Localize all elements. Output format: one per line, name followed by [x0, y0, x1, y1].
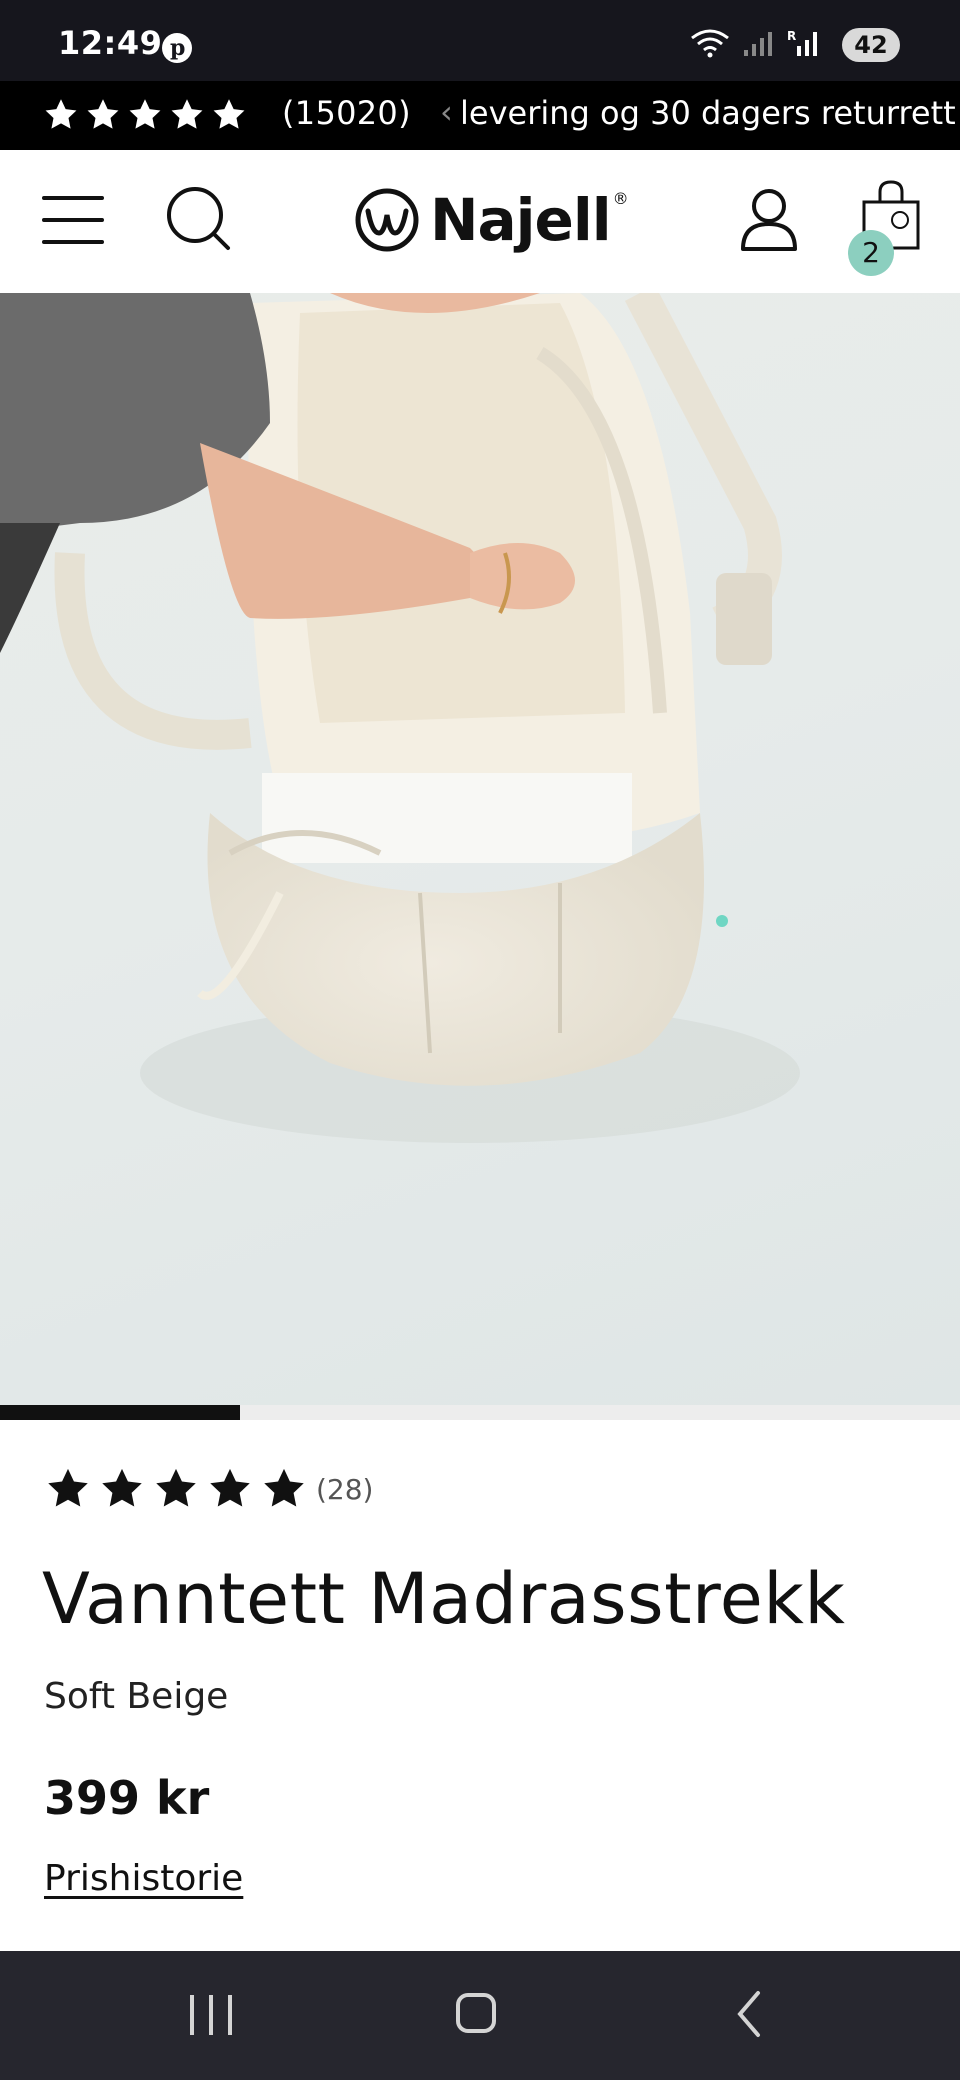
brand-logo[interactable]: Najell ®	[354, 180, 629, 260]
svg-text:R: R	[787, 29, 796, 43]
gallery-progress-indicator	[0, 1405, 240, 1420]
price-history-link[interactable]: Prishistorie	[44, 1858, 243, 1899]
promo-bar[interactable]: (15020) ‹ levering og 30 dagers returret…	[0, 81, 960, 150]
star-icon	[45, 99, 77, 129]
pinterest-icon: p	[162, 33, 192, 63]
brand-name: Najell	[430, 186, 612, 254]
gallery-progress-track	[0, 1405, 960, 1420]
rating-stars	[44, 1466, 308, 1512]
menu-icon[interactable]	[42, 192, 104, 248]
status-icons: R 42	[691, 28, 900, 62]
promo-message: levering og 30 dagers returrett	[460, 94, 956, 132]
promo-review-count: (15020)	[282, 94, 411, 132]
recent-apps-icon[interactable]	[190, 1995, 234, 2035]
star-icon	[264, 1468, 304, 1507]
product-title: Vanntett Madrasstrekk	[42, 1558, 846, 1640]
star-icon	[156, 1468, 196, 1507]
product-rating[interactable]: (28)	[44, 1464, 373, 1514]
wifi-icon	[691, 29, 729, 58]
cart-count-badge[interactable]: 2	[848, 230, 894, 276]
home-icon[interactable]	[456, 1993, 496, 2033]
back-icon[interactable]	[734, 1989, 764, 2039]
star-icon	[171, 99, 203, 129]
star-icon	[210, 1468, 250, 1507]
star-icon	[213, 99, 245, 129]
site-header: Najell ® 2	[0, 150, 960, 293]
star-icon	[48, 1468, 88, 1507]
signal-icon	[744, 32, 772, 56]
search-icon[interactable]	[166, 186, 232, 252]
battery-indicator: 42	[842, 28, 900, 62]
account-icon[interactable]	[740, 186, 798, 252]
system-nav-bar	[0, 1951, 960, 2080]
star-icon	[102, 1468, 142, 1507]
status-time: 12:49	[58, 24, 163, 62]
product-image[interactable]	[0, 293, 960, 1405]
star-icon	[87, 99, 119, 129]
status-bar: 12:49 p R 42	[0, 0, 960, 81]
star-icon	[129, 99, 161, 129]
promo-rating-stars	[42, 97, 248, 133]
product-price: 399 kr	[44, 1771, 210, 1825]
product-variant: Soft Beige	[44, 1676, 229, 1717]
logo-mark-icon	[355, 188, 419, 252]
chevron-left-icon: ‹	[440, 93, 453, 131]
review-count: (28)	[316, 1472, 374, 1506]
product-photo	[0, 293, 800, 1143]
signal-roaming-icon: R	[787, 29, 817, 56]
